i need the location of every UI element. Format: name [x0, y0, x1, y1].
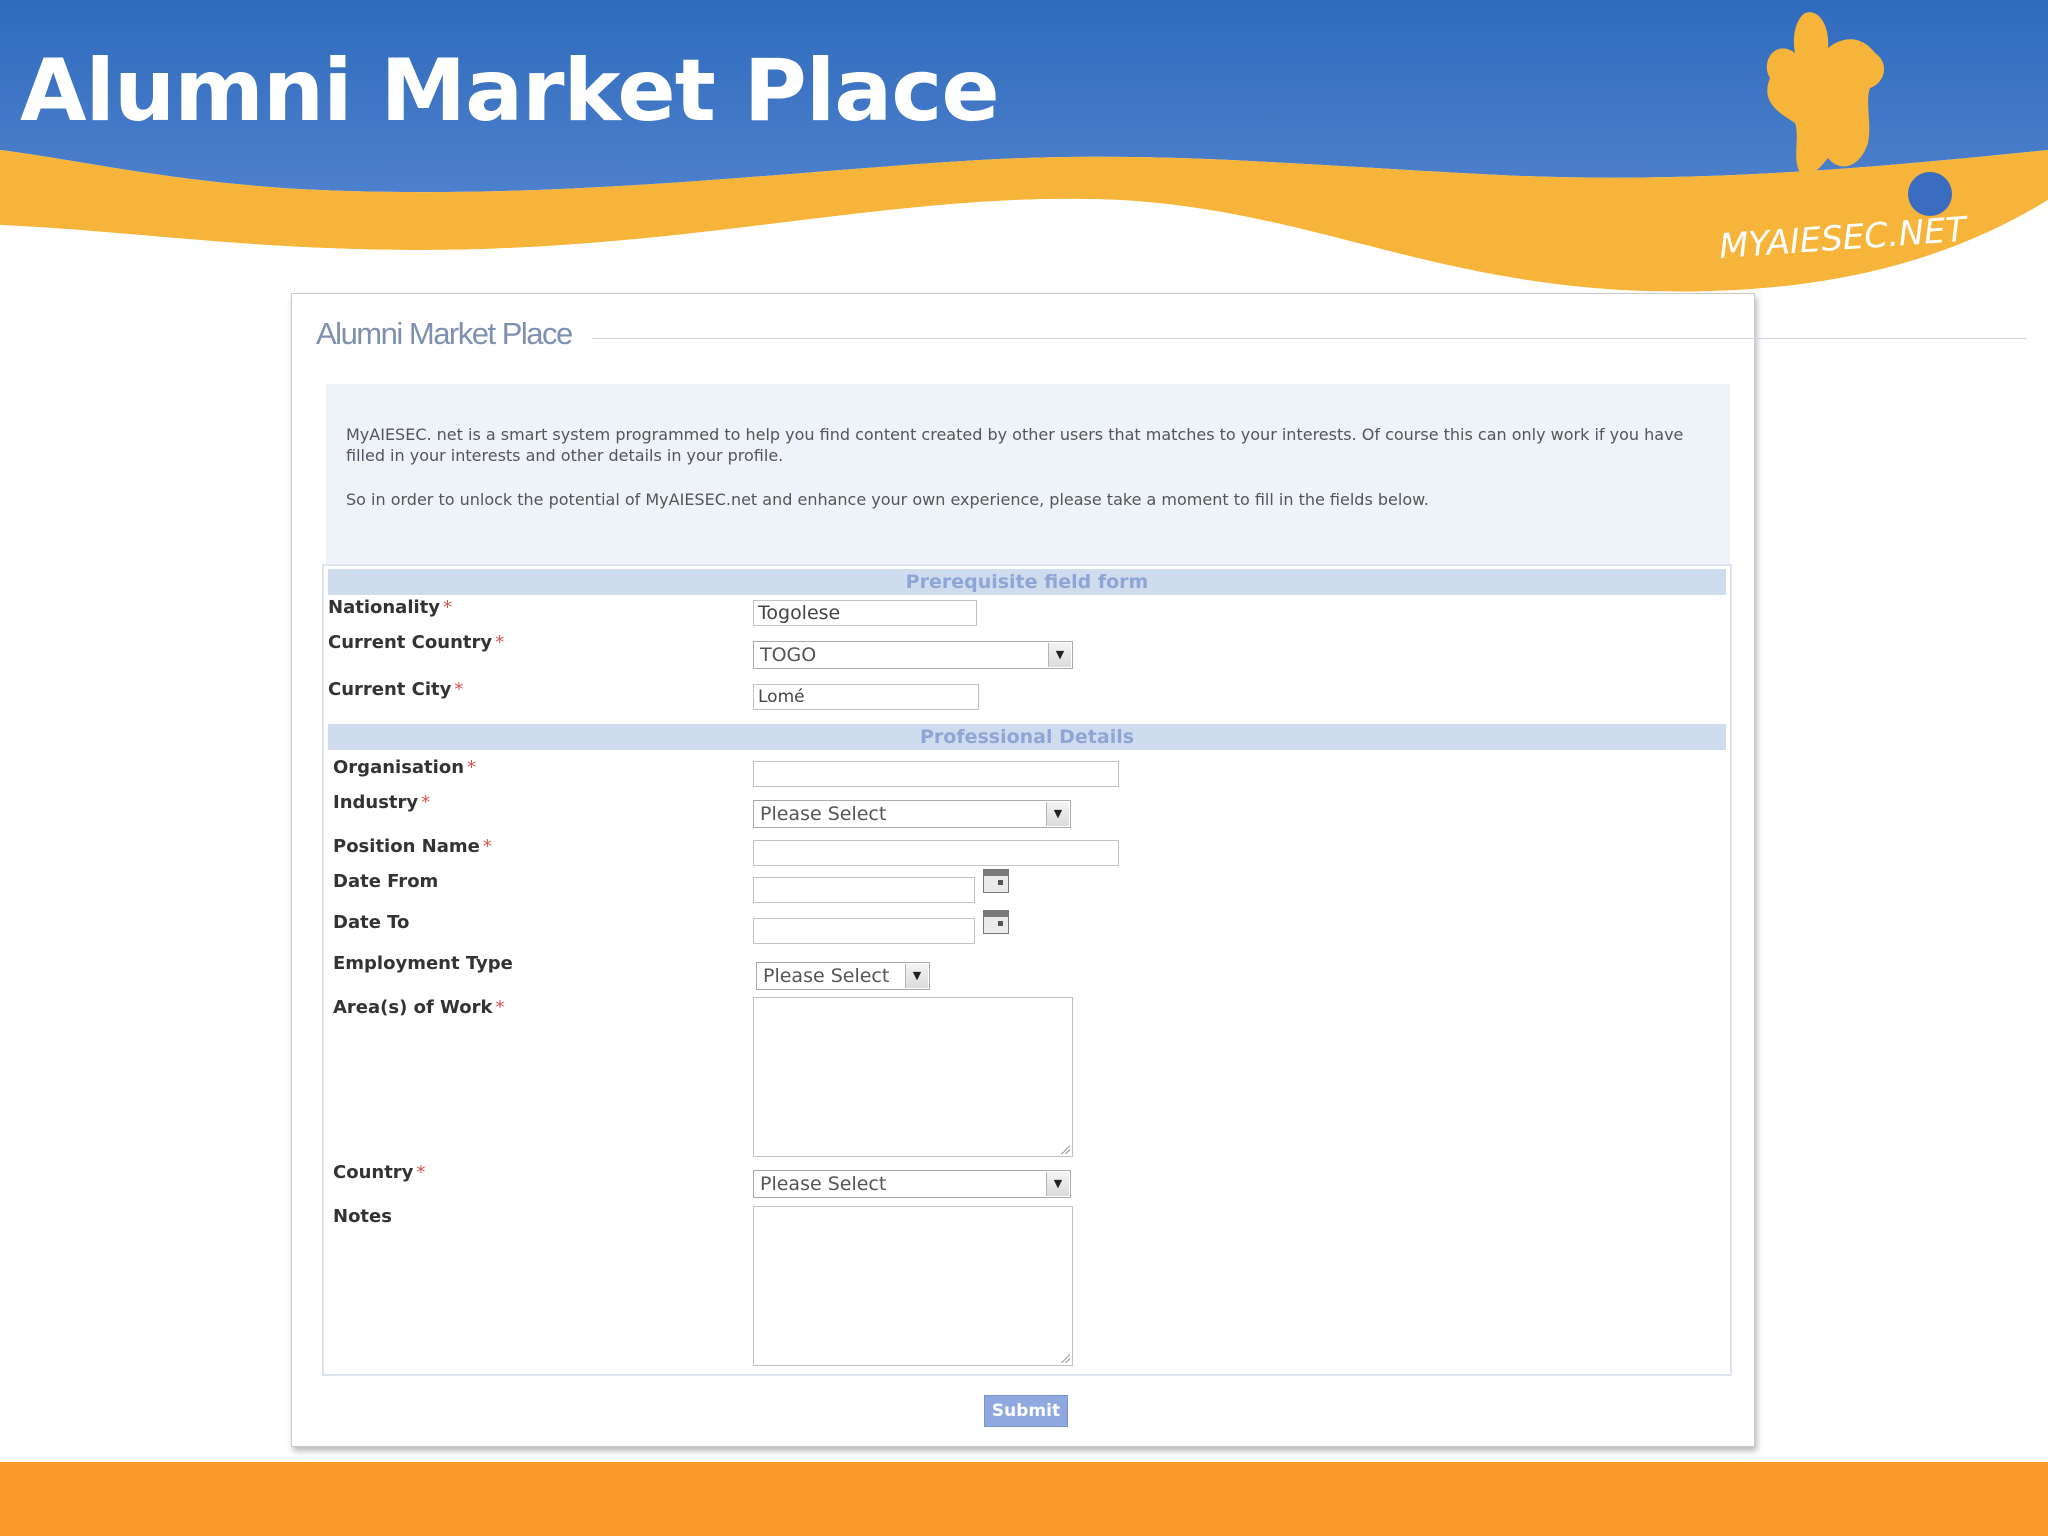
- employment-type-select[interactable]: Please Select ▼: [756, 962, 930, 990]
- footer-bar: [0, 1462, 2048, 1536]
- intro-paragraph-1: MyAIESEC. net is a smart system programm…: [346, 425, 1684, 465]
- country-select[interactable]: Please Select ▼: [753, 1170, 1071, 1198]
- intro-box: MyAIESEC. net is a smart system programm…: [326, 384, 1730, 566]
- current-city-input[interactable]: Lomé: [753, 684, 979, 710]
- date-from-input[interactable]: [753, 877, 975, 903]
- chevron-down-icon: ▼: [1046, 802, 1069, 826]
- position-name-input[interactable]: [753, 840, 1119, 866]
- current-country-label: Current Country *: [328, 632, 505, 653]
- employment-type-label: Employment Type: [333, 953, 513, 974]
- submit-button[interactable]: Submit: [984, 1395, 1068, 1427]
- resize-grip-icon[interactable]: [1060, 1353, 1070, 1363]
- page-heading: Alumni Market Place: [316, 316, 573, 351]
- country-value: Please Select: [760, 1173, 887, 1195]
- calendar-icon[interactable]: [983, 910, 1009, 934]
- organisation-label: Organisation *: [333, 757, 477, 778]
- date-to-input[interactable]: [753, 918, 975, 944]
- notes-textarea[interactable]: [753, 1206, 1073, 1366]
- employment-type-value: Please Select: [763, 965, 890, 987]
- slide-title: Alumni Market Place: [20, 41, 1000, 141]
- heading-divider: [592, 338, 2027, 339]
- chevron-down-icon: ▼: [1046, 1172, 1069, 1196]
- calendar-icon[interactable]: [983, 869, 1009, 893]
- current-city-label: Current City *: [328, 679, 464, 700]
- country-label: Country *: [333, 1162, 426, 1183]
- section-header-professional: Professional Details: [328, 724, 1726, 750]
- nationality-label: Nationality *: [328, 597, 452, 618]
- current-country-select[interactable]: TOGO ▼: [753, 641, 1073, 669]
- nationality-input[interactable]: Togolese: [753, 600, 977, 626]
- date-from-label: Date From: [333, 871, 439, 892]
- areas-of-work-textarea[interactable]: [753, 997, 1073, 1157]
- date-to-label: Date To: [333, 912, 410, 933]
- form-screenshot: Alumni Market Place MyAIESEC. net is a s…: [291, 293, 2027, 1447]
- resize-grip-icon[interactable]: [1060, 1144, 1070, 1154]
- chevron-down-icon: ▼: [905, 964, 928, 988]
- section-header-prerequisite: Prerequisite field form: [328, 569, 1726, 595]
- logo-text: MYAIESEC.NET: [1718, 210, 1970, 267]
- form-panel: Prerequisite field form Nationality * Tog…: [322, 564, 1732, 1376]
- position-name-label: Position Name *: [333, 836, 492, 857]
- organisation-input[interactable]: [753, 761, 1119, 787]
- chevron-down-icon: ▼: [1048, 643, 1071, 667]
- areas-of-work-label: Area(s) of Work *: [333, 997, 505, 1018]
- notes-label: Notes: [333, 1206, 392, 1227]
- intro-paragraph-2: So in order to unlock the potential of M…: [346, 490, 1429, 509]
- industry-value: Please Select: [760, 803, 887, 825]
- myaiesec-logo: MYAIESEC.NET: [1718, 12, 1970, 267]
- industry-select[interactable]: Please Select ▼: [753, 800, 1071, 828]
- industry-label: Industry *: [333, 792, 431, 813]
- current-country-value: TOGO: [760, 644, 817, 666]
